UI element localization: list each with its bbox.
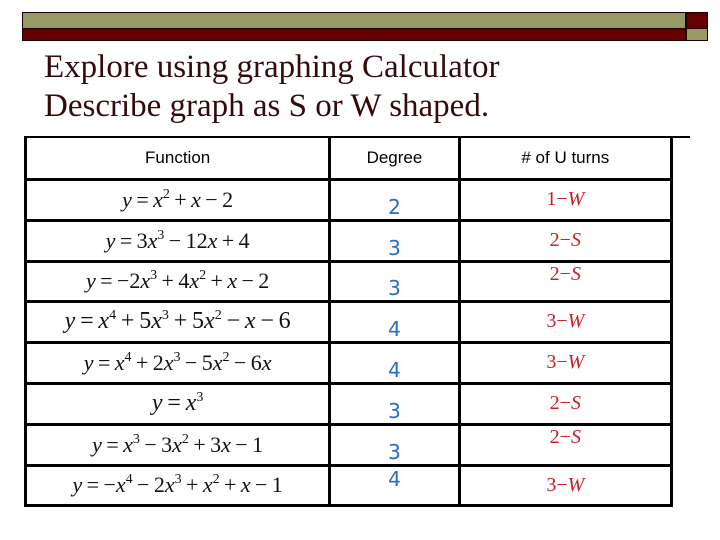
degree-cell: 4 xyxy=(328,463,461,507)
degree-value: 2 xyxy=(388,194,401,219)
u-turns-value: 3−W xyxy=(546,473,585,496)
u-turns-cell: 2−S xyxy=(457,381,674,426)
function-cell: y = x4 + 5x3 + 5x2 − x − 6 xyxy=(23,299,332,344)
degree-value: 3 xyxy=(388,439,401,464)
degree-cell: 2 xyxy=(328,177,461,222)
function-expression: y = −x4 − 2x3 + x2 + x − 1 xyxy=(72,472,283,497)
u-turns-value: 3−W xyxy=(546,310,585,332)
table-row: y = 3x3 − 12x + 4 3 2−S xyxy=(23,218,674,263)
function-table: Function Degree # of U turns y = x2 + x … xyxy=(23,136,674,507)
degree-cell: 4 xyxy=(328,299,461,344)
table-row: y = x4 + 2x3 − 5x2 − 6x 4 3−W xyxy=(23,340,674,385)
function-expression: y = x3 − 3x2 + 3x − 1 xyxy=(92,431,264,457)
u-turns-cell: 3−W xyxy=(457,463,674,507)
degree-value: 3 xyxy=(388,275,401,300)
u-turns-value: 2−S xyxy=(549,425,581,448)
table-row: y = x3 − 3x2 + 3x − 1 3 2−S xyxy=(23,422,674,467)
u-turns-value: 2−S xyxy=(549,392,581,414)
u-turns-value: 2−S xyxy=(549,229,581,251)
u-turns-cell: 1−W xyxy=(457,177,674,222)
function-expression: y = x2 + x − 2 xyxy=(122,186,234,212)
table-row: y = −2x3 + 4x2 + x − 2 3 2−S xyxy=(23,259,674,303)
function-cell: y = 3x3 − 12x + 4 xyxy=(23,218,332,263)
degree-value: 3 xyxy=(388,398,401,423)
maroon-band xyxy=(22,29,686,41)
u-turns-value: 3−W xyxy=(546,351,585,373)
function-expression: y = x3 xyxy=(151,390,204,416)
degree-value: 4 xyxy=(388,357,401,382)
header-u-turns: # of U turns xyxy=(457,136,674,181)
degree-cell: 4 xyxy=(328,340,461,385)
table-row: y = −x4 − 2x3 + x2 + x − 1 4 3−W xyxy=(23,463,674,507)
header-degree: Degree xyxy=(328,136,461,181)
degree-value: 4 xyxy=(388,466,401,491)
function-cell: y = x3 − 3x2 + 3x − 1 xyxy=(23,422,332,467)
function-cell: y = x3 xyxy=(23,381,332,426)
degree-value: 3 xyxy=(388,235,401,260)
u-turns-value: 2−S xyxy=(549,262,581,285)
u-turns-cell: 3−W xyxy=(457,299,674,344)
u-turns-cell: 2−S xyxy=(457,259,674,303)
degree-value: 4 xyxy=(388,316,401,341)
u-turns-cell: 3−W xyxy=(457,340,674,385)
header-function: Function xyxy=(23,136,332,181)
u-turns-cell: 2−S xyxy=(457,422,674,467)
table-row: y = x3 3 2−S xyxy=(23,381,674,426)
function-cell: y = x2 + x − 2 xyxy=(23,177,332,222)
slide-title: Explore using graphing Calculator Descri… xyxy=(44,48,499,126)
table-row: y = x2 + x − 2 2 1−W xyxy=(23,177,674,222)
function-expression: y = −2x3 + 4x2 + x − 2 xyxy=(85,268,270,293)
title-line-1: Explore using graphing Calculator xyxy=(44,49,500,85)
degree-cell: 3 xyxy=(328,381,461,426)
header-decoration-bar xyxy=(22,12,708,41)
table-row: y = x4 + 5x3 + 5x2 − x − 6 4 3−W xyxy=(23,299,674,344)
function-expression: y = 3x3 − 12x + 4 xyxy=(105,227,250,253)
degree-cell: 3 xyxy=(328,259,461,303)
header-row: Function Degree # of U turns xyxy=(23,136,674,181)
u-turns-cell: 2−S xyxy=(457,218,674,263)
u-turns-value: 1−W xyxy=(546,188,585,210)
function-expression: y = x4 + 5x3 + 5x2 − x − 6 xyxy=(64,308,291,334)
function-expression: y = x4 + 2x3 − 5x2 − 6x xyxy=(83,349,272,375)
function-cell: y = −x4 − 2x3 + x2 + x − 1 xyxy=(23,463,332,507)
corner-square-olive xyxy=(686,29,708,41)
degree-cell: 3 xyxy=(328,218,461,263)
function-cell: y = −2x3 + 4x2 + x − 2 xyxy=(23,259,332,303)
function-cell: y = x4 + 2x3 − 5x2 − 6x xyxy=(23,340,332,385)
olive-band xyxy=(22,12,686,29)
title-line-2: Describe graph as S or W shaped. xyxy=(44,88,490,124)
corner-square-maroon xyxy=(686,12,708,29)
degree-cell: 3 xyxy=(328,422,461,467)
